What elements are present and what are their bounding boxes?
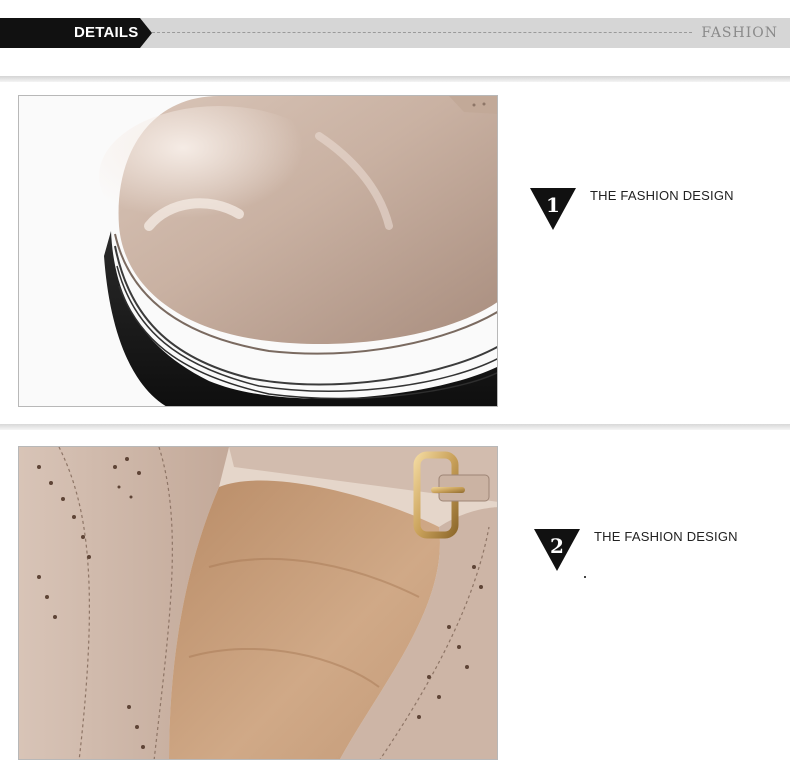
shoe-buckle-illustration	[19, 447, 497, 759]
header-dashed-line	[152, 32, 692, 33]
numbered-triangle-icon: 2	[534, 529, 580, 571]
shoe-toe-photo	[18, 95, 498, 407]
header-grey-band	[140, 18, 790, 48]
feature-2-number: 2	[550, 534, 564, 558]
feature-1-label: THE FASHION DESIGN	[590, 188, 734, 203]
shoe-toe-illustration	[19, 96, 497, 406]
divider-middle	[0, 424, 790, 430]
stray-dot	[584, 576, 586, 578]
feature-1-number: 1	[546, 193, 560, 217]
header-right-label: FASHION	[701, 25, 778, 41]
divider-top	[0, 76, 790, 82]
section-header: DETAILS FASHION	[0, 18, 790, 48]
header-arrow-tip	[140, 18, 152, 48]
shoe-buckle-photo	[18, 446, 498, 760]
feature-2-label: THE FASHION DESIGN	[594, 529, 738, 544]
header-title: DETAILS	[74, 24, 139, 41]
numbered-triangle-icon: 1	[530, 188, 576, 230]
